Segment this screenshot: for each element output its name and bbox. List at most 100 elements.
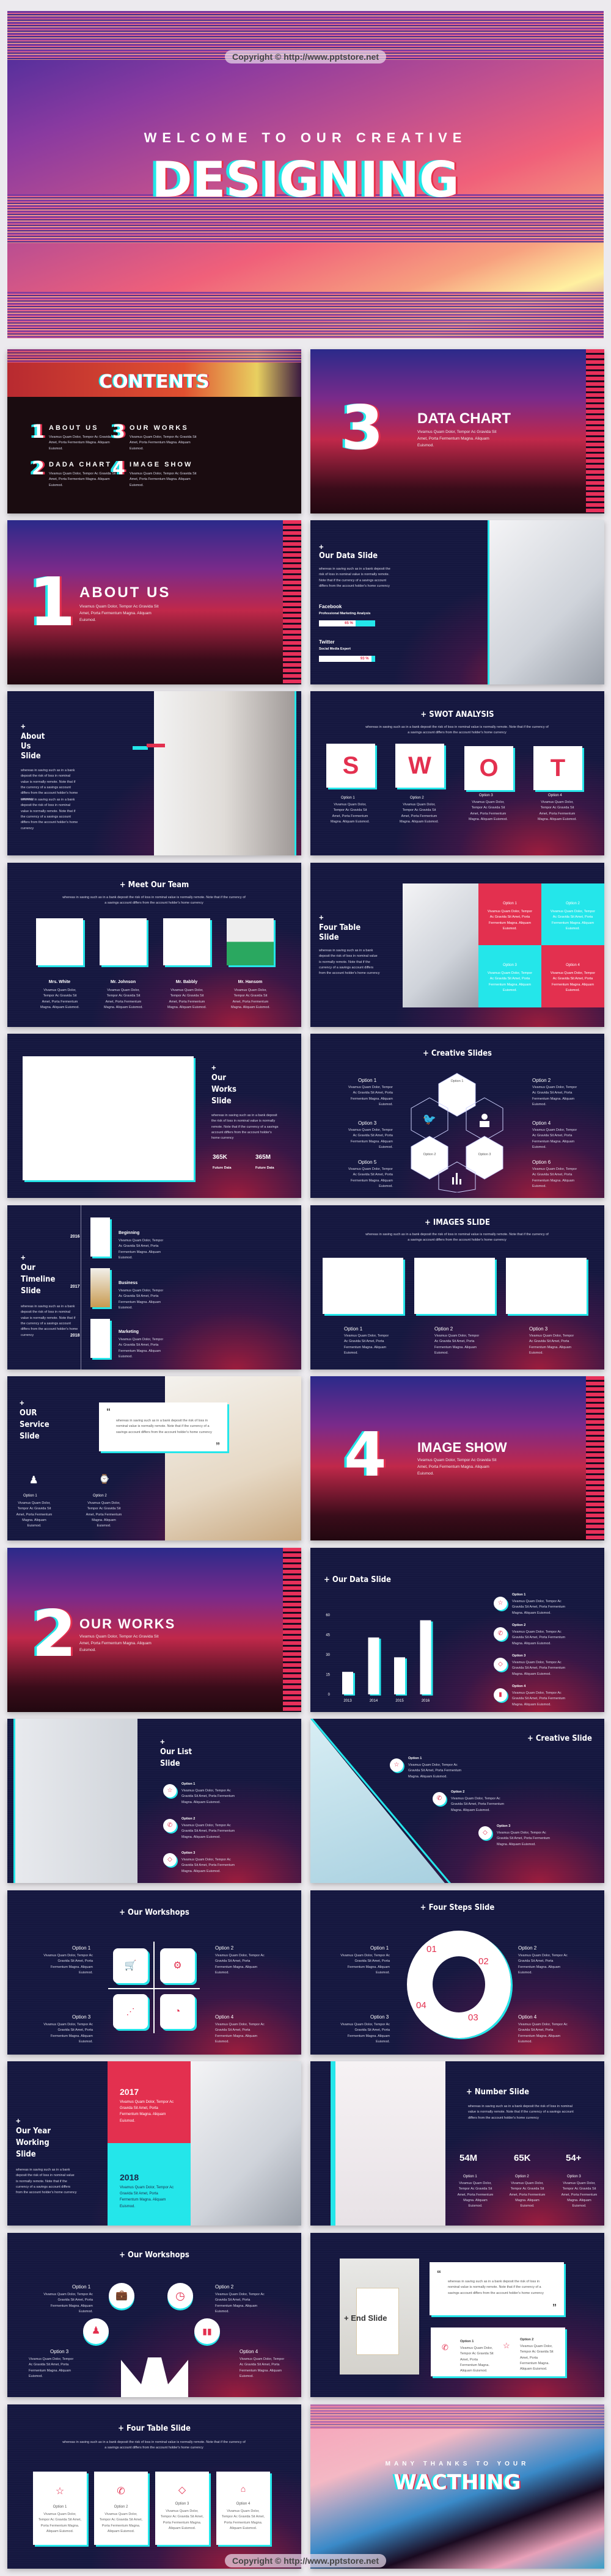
option-label: Option 3 [479,794,493,797]
body-text: Vivamus Quam Dolor, Tempor Ac Gravida Si… [512,1630,566,1645]
member-name: Mr. Hansom [238,980,263,984]
option-label: Option 2 [93,1494,107,1498]
item-number: 4 [112,458,125,479]
slide-workshops-circles[interactable]: + Our Workshops 💼 ◷ ♟ ▮▮ Option 1 Vivamu… [7,2233,301,2397]
bar-chart: 0 15 30 45 60 2013 2014 2015 2016 [326,1614,433,1703]
stat-value: 365K [213,1154,227,1161]
section-number: 3 [341,392,384,463]
x-tick-label: 2013 [343,1699,352,1703]
table-cell: Option 1 Vivamus Quam Dolor, Tempor Ac Gr… [478,883,541,945]
slide-section-image-show[interactable]: 4 IMAGE SHOW Vivamus Quam Dolor, Tempor … [310,1376,604,1540]
progress-label: Twitter [319,639,335,645]
slide-our-works[interactable]: + Our Works Slide whereas in saving such… [7,1034,301,1198]
body-text: Vivamus Quam Dolor, Tempor Ac Gravida Si… [509,2182,546,2208]
stat-label: Option 2 [515,2175,529,2179]
slide-end[interactable]: + End Slide “ whereas in saving such as … [310,2233,604,2397]
star-icon: ☆ [163,1784,177,1798]
slide-title: About [21,732,45,741]
body-text: Vivamus Quam Dolor, Tempor Ac Gravida Si… [40,989,79,1010]
slide-list[interactable]: + Our List Slide ☆ ✆ ◇ Option 1 Vivamus … [7,1719,301,1883]
phone-icon: ✆ [433,1792,446,1805]
slide-section-about-us[interactable]: 1 ABOUT US Vivamus Quam Dolor, Tempor Ac… [7,520,301,684]
slide-images[interactable]: + IMAGES SLIDE whereas in saving such as… [310,1205,604,1370]
slide-title: Us [21,742,31,751]
thanks-subtitle: MANY THANKS TO YOUR [385,2461,530,2467]
slide-creative-hex[interactable]: + Creative Slides Option 1 Vivamus Quam … [310,1034,604,1198]
option-label: Option 5 [358,1159,377,1165]
bar [342,1672,353,1694]
stat-value: 54+ [566,2153,582,2163]
slide-title: + SWOT ANALYSIS [420,710,494,719]
hex-label: Option 3 [478,1153,491,1156]
body-text: Vivamus Quam Dolor, Tempor Ac Gravida Si… [417,1458,497,1476]
slide-title: Slide [319,933,339,942]
diamond-icon: ◇ [178,2485,186,2495]
slide-workshops-quadrant[interactable]: + Our Workshops 🛒 ⚙ ⋰ ◔ Option 1 Vivamus… [7,1890,301,2055]
option-label: Option 2 [434,1326,453,1332]
body-text: Vivamus Quam Dolor, Tempor Ac Gravida Si… [181,1824,235,1839]
slide-timeline[interactable]: + Our Timeline Slide whereas in saving s… [7,1205,301,1370]
option-label: Option 1 [72,1945,91,1951]
timeline-year: 2017 [70,1285,80,1289]
contents-item[interactable]: OUR WORKS [130,424,189,432]
body-text: Vivamus Quam Dolor, Tempor Ac Gravida Si… [43,2023,93,2044]
body-text: Vivamus Quam Dolor, Tempor Ac Gravida Si… [79,604,159,623]
slide-title: Four Table [319,923,361,932]
slide-data-progress[interactable]: + Our Data Slide whereas in saving such … [310,520,604,684]
slide-title: Slide [21,752,41,761]
swot-card: O [464,746,513,790]
diamond-icon: ◇ [478,1826,492,1840]
slide-team[interactable]: + Meet Our Team whereas in saving such a… [7,863,301,1027]
option-label: Option 3 [50,2349,69,2354]
slide-section-data-chart[interactable]: 3 DATA CHART Vivamus Quam Dolor, Tempor … [310,349,604,513]
slide-creative-diagonal[interactable]: + Creative Slide ☆ Option 1 Vivamus Quam… [310,1719,604,1883]
slide-swot[interactable]: + SWOT ANALYSIS whereas in saving such a… [310,691,604,855]
item-number: 3 [112,421,125,443]
body-text: Vivamus Quam Dolor, Tempor Ac Gravida Si… [532,1086,577,1107]
plus-icon: + [211,1063,216,1072]
option-label: Option 4 [240,2349,258,2354]
glasses-photo [403,883,478,1007]
option-label: Option 2 [410,796,424,800]
twitter-icon: 🐦 [423,1113,436,1125]
swot-card: S [326,744,375,788]
gallery-photo [414,1258,495,1314]
y-tick-label: 60 [326,1614,330,1617]
slide-year-working[interactable]: + Our Year Working Slide whereas in savi… [7,2061,301,2226]
table-cell: Option 3 Vivamus Quam Dolor, Tempor Ac Gr… [478,945,541,1007]
slide-four-steps[interactable]: + Four Steps Slide 01 02 03 04 Option 1 … [310,1890,604,2055]
stat-value: 65K [514,2153,531,2163]
contents-item[interactable]: DADA CHART [49,461,112,468]
body-text: Vivamus Quam Dolor, Tempor Ac Gravida Si… [512,1691,566,1707]
section-title: IMAGE SHOW [417,1440,507,1455]
slide-title: Our Year [16,2127,51,2136]
options-card: ✆ Option 1 Vivamus Quam Dolor, Tempor Ac… [431,2327,565,2376]
slide-about-us[interactable]: + About Us Slide whereas in saving such … [7,691,301,855]
body-text: Vivamus Quam Dolor, Tempor Ac Gravida Si… [167,989,207,1010]
section-title: DATA CHART [417,410,511,427]
body-text: whereas in saving such as in a bank depo… [365,1233,549,1243]
slide-four-table-cards[interactable]: + Four Table Slide whereas in saving suc… [7,2404,301,2569]
steps-ring [407,1931,511,2038]
year-panel: 2018 Vivamus Quam Dolor, Tempor Ac Gravid… [108,2143,191,2226]
slide-section-our-works[interactable]: 2 OUR WORKS Vivamus Quam Dolor, Tempor A… [7,1548,301,1712]
slide-number[interactable]: + Number Slide whereas in saving such as… [310,2061,604,2226]
body-text: Vivamus Quam Dolor, Tempor Ac Gravida Si… [532,1128,577,1150]
timeline-photo [90,1217,110,1257]
slide-service[interactable]: + OUR Service Slide “ whereas in saving … [7,1376,301,1540]
plus-icon: + [160,1737,165,1746]
contents-item[interactable]: IMAGE SHOW [130,461,192,468]
hexagon-diagram: 🐦 [411,1073,503,1192]
slide-title: Slide [16,2150,36,2159]
slide-four-table[interactable]: + Four Table Slide whereas in saving suc… [310,863,604,1027]
slide-title: Timeline [21,1275,56,1284]
slide-contents[interactable]: CONTENTS 1 ABOUT US Vivamus Quam Dolor, … [7,349,301,513]
body-text: whereas in saving such as in a bank depo… [211,1114,279,1141]
slide-data-chart[interactable]: + Our Data Slide 0 15 30 45 60 2013 2014 2015 20… [310,1548,604,1712]
person-silhouette [121,2357,188,2397]
stat-label: Future Data [255,1166,274,1170]
slide-title: + Our Workshops [119,2251,189,2260]
timeline-year: 2018 [70,1333,80,1338]
contents-item[interactable]: ABOUT US [49,424,98,432]
slide-thanks[interactable]: MANY THANKS TO YOUR WACTHING [310,2404,604,2569]
